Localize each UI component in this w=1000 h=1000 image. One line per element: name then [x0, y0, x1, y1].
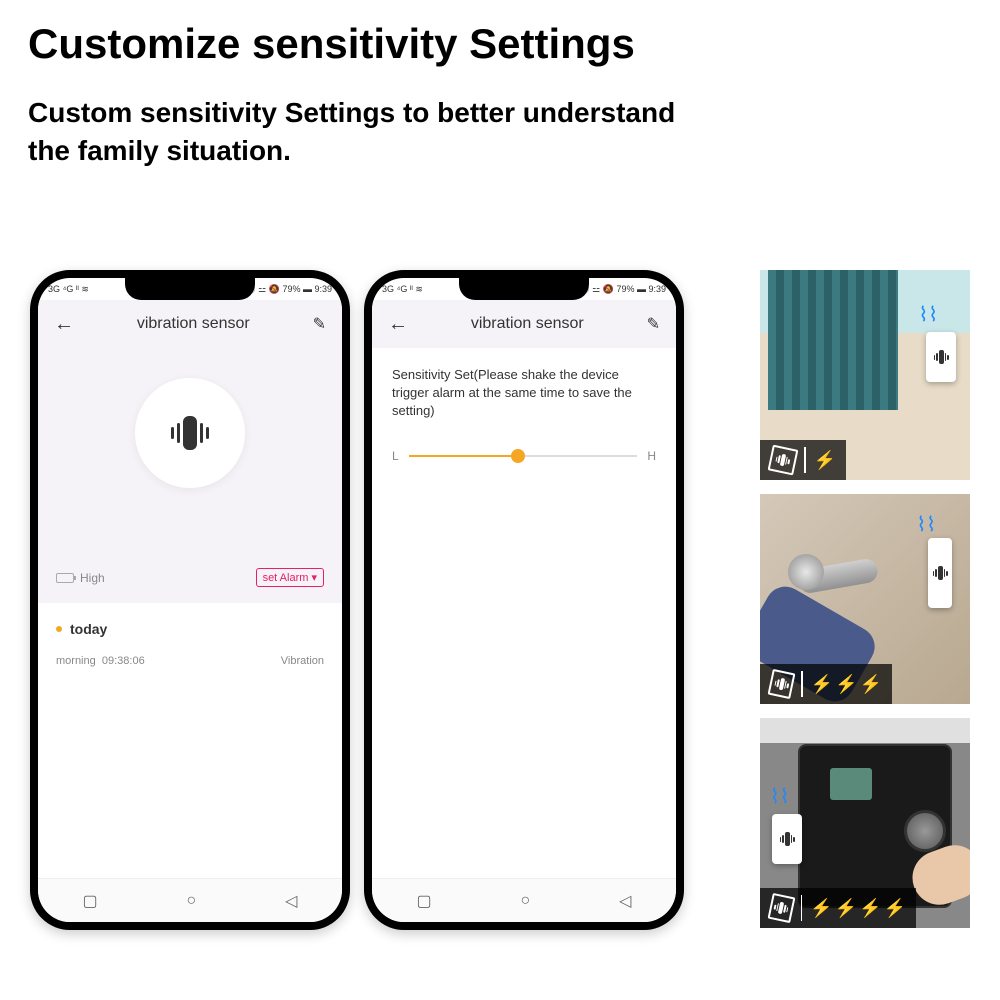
bolt-icon: ⚡ [860, 674, 882, 695]
bolt-icon: ⚡ [884, 898, 906, 919]
vibration-icon [768, 893, 796, 923]
android-nav-bar: ▢ ○ ◁ [372, 878, 676, 922]
nav-back-button[interactable]: ◁ [285, 891, 297, 911]
phone-notch [125, 278, 255, 300]
wifi-icon: ⌇⌇ [770, 784, 790, 809]
sensitivity-help-text: Sensitivity Set(Please shake the device … [392, 366, 656, 421]
phone-mockup-settings: 3G ⁴G ᴵᴵ ≋ ℕ ⚪ ⚍ 🔕 79% ▬ 9:39 ← vibratio… [364, 270, 684, 930]
tile-window-low: ⌇⌇ ⚡ [760, 270, 970, 480]
sensitivity-overlay: ⚡ [760, 440, 846, 480]
slider-thumb[interactable] [511, 449, 525, 463]
sensor-device-icon [926, 332, 956, 382]
app-bar: ← vibration sensor ✎ [38, 300, 342, 348]
app-bar: ← vibration sensor ✎ [372, 300, 676, 348]
back-button[interactable]: ← [388, 313, 408, 336]
wifi-icon: ⌇⌇ [916, 512, 936, 537]
intensity-bolts: ⚡⚡⚡⚡ [810, 898, 906, 919]
page-title: Customize sensitivity Settings [28, 20, 972, 68]
status-dot-icon [56, 626, 62, 632]
nav-recent-button[interactable]: ▢ [416, 891, 431, 911]
edit-button[interactable]: ✎ [647, 314, 660, 334]
nav-home-button[interactable]: ○ [187, 892, 197, 910]
vibration-icon [768, 445, 798, 476]
back-button[interactable]: ← [54, 313, 74, 336]
slider-low-label: L [392, 449, 399, 463]
today-header: today [56, 621, 324, 637]
android-nav-bar: ▢ ○ ◁ [38, 878, 342, 922]
bolt-icon: ⚡ [859, 898, 881, 919]
nav-back-button[interactable]: ◁ [619, 891, 631, 911]
battery-icon [56, 573, 74, 583]
screen-title: vibration sensor [137, 315, 250, 333]
sensor-device-icon [772, 814, 802, 864]
slider-high-label: H [647, 449, 656, 463]
intensity-bolts: ⚡⚡⚡ [811, 674, 882, 695]
sensor-device-icon [928, 538, 952, 608]
intensity-bolts: ⚡ [814, 450, 836, 471]
sensitivity-overlay: ⚡⚡⚡⚡ [760, 888, 916, 928]
sensor-status-icon [135, 378, 245, 488]
set-alarm-button[interactable]: set Alarm ▾ [256, 568, 324, 587]
bolt-icon: ⚡ [835, 674, 857, 695]
nav-home-button[interactable]: ○ [521, 892, 531, 910]
phone-mockup-main: 3G ⁴G ᴵᴵ ≋ ℕ ⚪ ⚍ 🔕 79% ▬ 9:39 ← vibratio… [30, 270, 350, 930]
vibration-icon [171, 416, 209, 450]
sensitivity-slider[interactable]: L H [392, 449, 656, 463]
battery-status: High [56, 571, 105, 585]
vibration-icon [768, 669, 796, 699]
bolt-icon: ⚡ [835, 898, 857, 919]
screen-title: vibration sensor [471, 315, 584, 333]
edit-button[interactable]: ✎ [313, 314, 326, 334]
tile-door-medium: ⌇⌇ ⚡⚡⚡ [760, 494, 970, 704]
use-case-tiles: ⌇⌇ ⚡ ⌇⌇ ⚡⚡⚡ [760, 270, 970, 930]
bolt-icon: ⚡ [811, 674, 833, 695]
tile-safe-high: ⌇⌇ ⚡⚡⚡⚡ [760, 718, 970, 928]
event-row: morning 09:38:06 Vibration [56, 655, 324, 667]
nav-recent-button[interactable]: ▢ [82, 891, 97, 911]
bolt-icon: ⚡ [810, 898, 832, 919]
sensitivity-overlay: ⚡⚡⚡ [760, 664, 892, 704]
wifi-icon: ⌇⌇ [918, 302, 938, 327]
events-card: today morning 09:38:06 Vibration [38, 603, 342, 878]
phone-notch [459, 278, 589, 300]
slider-track[interactable] [409, 455, 638, 457]
page-subtitle: Custom sensitivity Settings to better un… [28, 94, 972, 170]
bolt-icon: ⚡ [814, 450, 836, 471]
